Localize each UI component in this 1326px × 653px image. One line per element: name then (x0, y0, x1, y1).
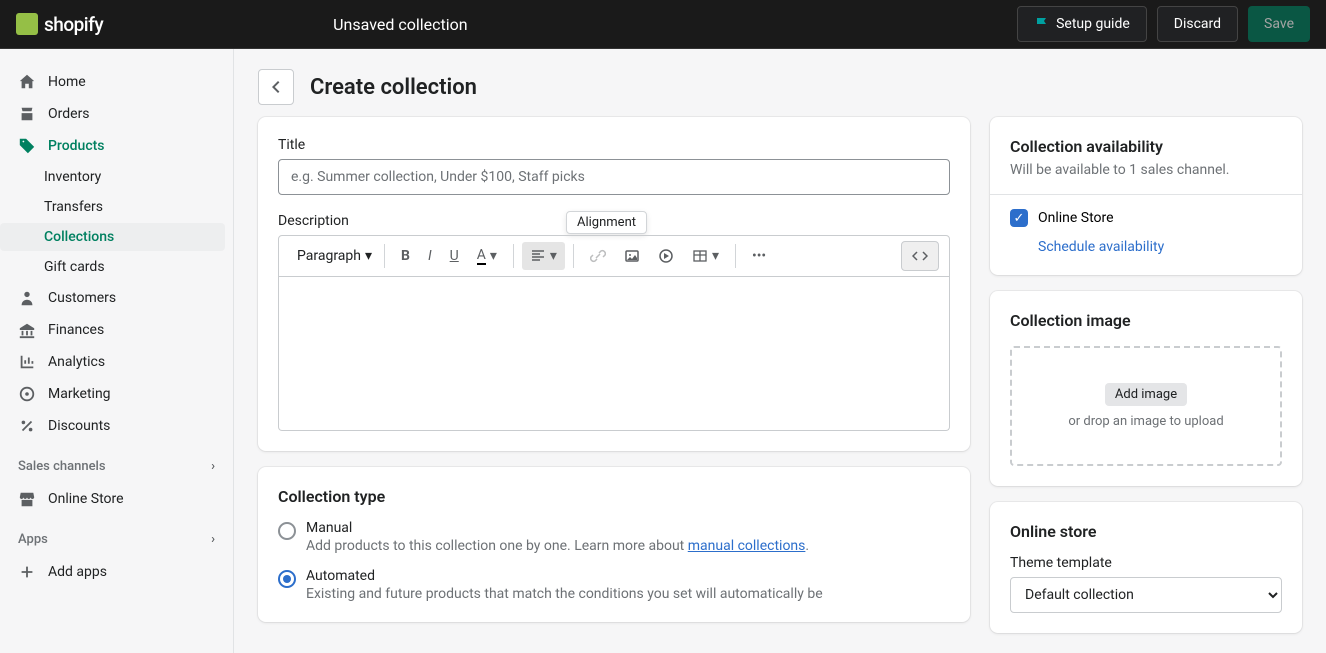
nav-analytics[interactable]: Analytics (0, 347, 233, 377)
home-icon (18, 73, 36, 91)
dots-icon: ••• (752, 248, 766, 264)
nav-orders[interactable]: Orders (0, 99, 233, 129)
alignment-tooltip: Alignment (566, 211, 647, 234)
chart-icon (18, 353, 36, 371)
title-input[interactable] (278, 159, 950, 195)
shopify-bag-icon (16, 13, 38, 35)
theme-template-label: Theme template (1010, 555, 1282, 571)
nav-section-apps[interactable]: Apps › (0, 524, 233, 555)
back-button[interactable] (258, 69, 294, 105)
collection-image-card: Collection image Add image or drop an im… (990, 291, 1302, 486)
image-button[interactable] (616, 242, 648, 270)
collection-type-heading: Collection type (278, 487, 950, 506)
schedule-availability-link[interactable]: Schedule availability (1038, 239, 1282, 255)
nav-customers[interactable]: Customers (0, 283, 233, 313)
nav-section-sales-channels[interactable]: Sales channels › (0, 451, 233, 482)
nav-transfers[interactable]: Transfers (0, 193, 225, 221)
bank-icon (18, 321, 36, 339)
target-icon (18, 385, 36, 403)
tag-icon (18, 137, 36, 155)
chevron-down-icon: ▾ (550, 248, 557, 264)
chevron-down-icon: ▾ (712, 248, 719, 264)
setup-guide-button[interactable]: Setup guide (1017, 6, 1147, 42)
link-button[interactable] (582, 242, 614, 270)
percent-icon (18, 417, 36, 435)
online-store-checkbox[interactable]: ✓ (1010, 209, 1028, 227)
save-button[interactable]: Save (1248, 6, 1310, 42)
logo-text: shopify (44, 13, 103, 36)
orders-icon (18, 105, 36, 123)
availability-card: Collection availability Will be availabl… (990, 117, 1302, 275)
sidebar: Home Orders Products Inventory Transfers… (0, 49, 234, 653)
description-editor[interactable] (278, 277, 950, 431)
video-button[interactable] (650, 242, 682, 270)
drop-hint: or drop an image to upload (1068, 414, 1223, 429)
nav-discounts[interactable]: Discounts (0, 411, 233, 441)
online-store-card: Online store Theme template Default coll… (990, 502, 1302, 633)
automated-description: Existing and future products that match … (306, 586, 823, 602)
add-image-button[interactable]: Add image (1105, 383, 1187, 406)
setup-guide-label: Setup guide (1056, 16, 1130, 32)
link-icon (590, 248, 606, 264)
arrow-left-icon (266, 77, 286, 97)
nav-inventory[interactable]: Inventory (0, 163, 225, 191)
nav-gift-cards[interactable]: Gift cards (0, 253, 225, 281)
nav-collections[interactable]: Collections (0, 223, 225, 251)
plus-icon (18, 563, 36, 581)
manual-description: Add products to this collection one by o… (306, 538, 809, 554)
channel-label: Online Store (1038, 210, 1114, 226)
availability-subtext: Will be available to 1 sales channel. (1010, 162, 1282, 178)
automated-radio[interactable] (278, 570, 296, 588)
image-icon (624, 248, 640, 264)
more-button[interactable]: ••• (744, 242, 774, 270)
italic-button[interactable]: I (420, 242, 440, 270)
automated-label: Automated (306, 568, 823, 584)
title-description-card: Title Description Alignment Paragraph ▾ … (258, 117, 970, 451)
play-icon (658, 248, 674, 264)
chevron-right-icon: › (211, 459, 215, 474)
table-icon (692, 248, 708, 264)
nav-home[interactable]: Home (0, 67, 233, 97)
image-dropzone[interactable]: Add image or drop an image to upload (1010, 346, 1282, 466)
main-content: Create collection Title Description Alig… (234, 49, 1326, 653)
bold-button[interactable]: B (393, 242, 418, 270)
collection-type-card: Collection type Manual Add products to t… (258, 467, 970, 622)
chevron-down-icon: ▾ (365, 248, 372, 264)
align-left-icon (530, 248, 546, 264)
person-icon (18, 289, 36, 307)
chevron-right-icon: › (211, 532, 215, 547)
theme-template-select[interactable]: Default collection (1010, 577, 1282, 613)
editor-toolbar: Paragraph ▾ B I U A ▾ ▾ (278, 235, 950, 277)
topbar: shopify Unsaved collection Setup guide D… (0, 0, 1326, 49)
online-store-heading: Online store (1010, 522, 1282, 541)
table-button[interactable]: ▾ (684, 242, 727, 270)
nav-products[interactable]: Products (0, 131, 233, 161)
logo[interactable]: shopify (16, 13, 103, 36)
manual-collections-link[interactable]: manual collections (688, 538, 806, 554)
availability-heading: Collection availability (1010, 137, 1282, 156)
flag-icon (1034, 16, 1050, 32)
manual-radio[interactable] (278, 522, 296, 540)
nav-online-store[interactable]: Online Store (0, 484, 233, 514)
topbar-title: Unsaved collection (333, 15, 467, 34)
discard-button[interactable]: Discard (1157, 6, 1238, 42)
code-view-button[interactable] (901, 241, 939, 271)
manual-label: Manual (306, 520, 809, 536)
collection-image-heading: Collection image (1010, 311, 1282, 330)
chevron-down-icon: ▾ (490, 248, 497, 264)
nav-add-apps[interactable]: Add apps (0, 557, 233, 587)
text-color-button[interactable]: A ▾ (469, 241, 505, 271)
store-icon (18, 490, 36, 508)
nav-marketing[interactable]: Marketing (0, 379, 233, 409)
paragraph-dropdown[interactable]: Paragraph ▾ (289, 242, 376, 270)
align-button[interactable]: ▾ (522, 242, 565, 270)
code-icon (912, 248, 928, 264)
title-label: Title (278, 137, 950, 153)
page-title: Create collection (310, 75, 477, 100)
underline-button[interactable]: U (442, 242, 467, 270)
nav-finances[interactable]: Finances (0, 315, 233, 345)
